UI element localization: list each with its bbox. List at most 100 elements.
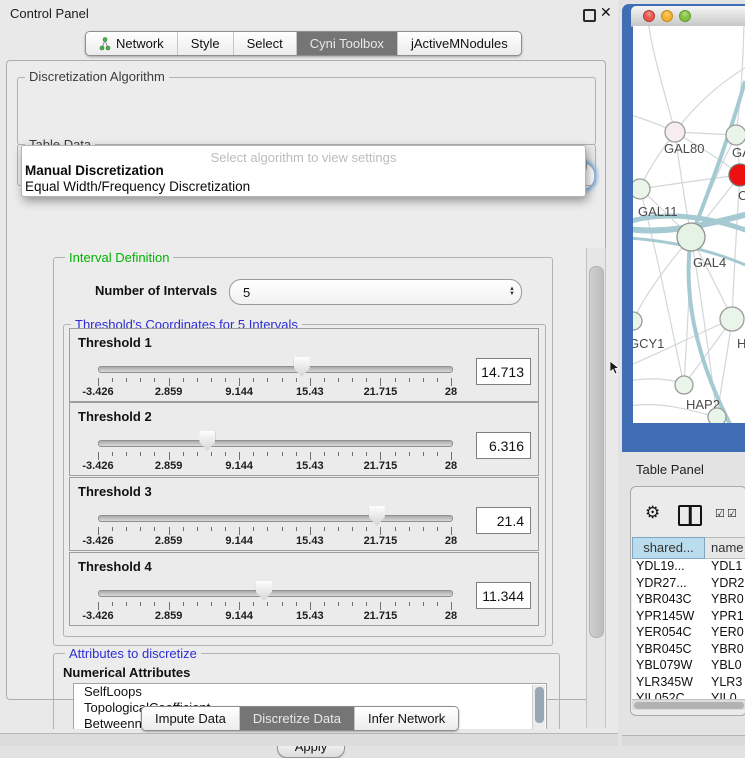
slider-tick-label: 9.144 (216, 460, 262, 472)
slider-track[interactable] (98, 515, 453, 522)
table-row[interactable]: YLR345WYLR3 (632, 675, 745, 692)
cell-shared-name[interactable]: YLR345W (632, 675, 705, 692)
network-node-gal4[interactable] (677, 223, 705, 251)
bottom-tab-impute-data[interactable]: Impute Data (142, 707, 239, 730)
cell-name[interactable]: YDR2 (705, 576, 745, 593)
network-node[interactable] (708, 408, 726, 423)
minimize-light[interactable] (661, 10, 673, 22)
column-view-icon[interactable] (678, 505, 702, 526)
threshold-value-field[interactable]: 21.4 (476, 507, 531, 534)
table-row[interactable]: YDR27...YDR2 (632, 576, 745, 593)
slider-thumb[interactable] (294, 357, 310, 377)
attributes-scrollbar-thumb[interactable] (535, 687, 544, 723)
slider-thumb[interactable] (256, 581, 272, 601)
table-row[interactable]: YER054CYER0 (632, 625, 745, 642)
threshold-value-field[interactable]: 11.344 (476, 582, 531, 609)
slider-track[interactable] (98, 440, 453, 447)
slider-minor-tick (112, 527, 113, 531)
tab-label: Cyni Toolbox (310, 36, 384, 51)
network-view-canvas[interactable]: GAL80GALCGAL11GAL4GCY1HHAP2 (633, 26, 745, 423)
cell-name[interactable]: YPR1 (705, 609, 745, 626)
cell-shared-name[interactable]: YDL19... (632, 559, 705, 576)
table-horizontal-scrollbar[interactable] (632, 699, 745, 710)
slider-minor-tick (126, 452, 127, 456)
slider-thumb[interactable] (199, 431, 215, 451)
slider-minor-tick (197, 527, 198, 531)
network-node-h[interactable] (720, 307, 744, 331)
cell-name[interactable]: YER0 (705, 625, 745, 642)
network-node-gal11[interactable] (633, 179, 650, 199)
slider-track[interactable] (98, 590, 453, 597)
network-window-titlebar[interactable] (631, 6, 745, 27)
column-header-shared-name[interactable]: shared... (632, 537, 705, 559)
network-node-c[interactable] (729, 164, 745, 186)
node-label: GAL80 (664, 141, 704, 156)
table-row[interactable]: YBL079WYBL0 (632, 658, 745, 675)
algorithm-option-manual-discretization[interactable]: Manual Discretization (25, 163, 164, 178)
slider-minor-tick (423, 452, 424, 456)
network-node-hap2[interactable] (675, 376, 693, 394)
cell-shared-name[interactable]: YIL052C (632, 691, 705, 699)
cell-name[interactable]: YLR3 (705, 675, 745, 692)
zoom-light[interactable] (679, 10, 691, 22)
close-light[interactable] (643, 10, 655, 22)
discretization-algorithm-group (17, 77, 596, 145)
slider-minor-tick (140, 378, 141, 382)
cell-name[interactable]: YBL0 (705, 658, 745, 675)
slider-major-tick (98, 378, 99, 386)
slider-minor-tick (437, 378, 438, 382)
attributes-scrollbar[interactable] (532, 685, 545, 729)
network-node-gcy1[interactable] (633, 312, 642, 330)
tab-style[interactable]: Style (177, 32, 233, 55)
checkbox-icon[interactable]: ☑ (727, 507, 737, 520)
threshold-value-field[interactable]: 14.713 (476, 358, 531, 385)
network-node-gal80[interactable] (665, 122, 685, 142)
tab-cyni-toolbox[interactable]: Cyni Toolbox (296, 32, 397, 55)
table-row[interactable]: YIL052CYIL0 (632, 691, 745, 699)
settings-scrollbar[interactable] (586, 248, 606, 728)
slider-minor-tick (183, 602, 184, 606)
attribute-item-selfloops[interactable]: SelfLoops (74, 684, 546, 700)
bottom-tab-infer-network[interactable]: Infer Network (354, 707, 458, 730)
cell-name[interactable]: YBR0 (705, 592, 745, 609)
table-body: YDL19...YDL1YDR27...YDR2YBR043CYBR0YPR14… (632, 559, 745, 699)
bottom-tab-discretize-data[interactable]: Discretize Data (239, 707, 354, 730)
cell-name[interactable]: YDL1 (705, 559, 745, 576)
cell-shared-name[interactable]: YBL079W (632, 658, 705, 675)
cell-shared-name[interactable]: YPR145W (632, 609, 705, 626)
slider-minor-tick (211, 602, 212, 606)
gear-icon[interactable]: ⚙ (645, 503, 660, 523)
checkbox-icon[interactable]: ☑ (715, 507, 725, 520)
slider-minor-tick (423, 527, 424, 531)
table-row[interactable]: YDL19...YDL1 (632, 559, 745, 576)
tab-network[interactable]: Network (86, 32, 177, 55)
settings-scrollbar-thumb[interactable] (589, 266, 604, 638)
cell-shared-name[interactable]: YBR043C (632, 592, 705, 609)
algorithm-option-equal-width-frequency-discretization[interactable]: Equal Width/Frequency Discretization (25, 179, 250, 194)
table-horizontal-scrollbar-thumb[interactable] (634, 702, 744, 709)
float-window-icon[interactable] (583, 9, 596, 22)
slider-tick-label: 28 (428, 386, 474, 398)
close-icon[interactable]: ✕ (600, 4, 612, 21)
cell-shared-name[interactable]: YBR045C (632, 642, 705, 659)
network-edge[interactable] (736, 26, 744, 135)
table-row[interactable]: YPR145WYPR1 (632, 609, 745, 626)
cell-shared-name[interactable]: YDR27... (632, 576, 705, 593)
cell-shared-name[interactable]: YER054C (632, 625, 705, 642)
slider-major-tick (310, 378, 311, 386)
column-header-name[interactable]: name (705, 537, 745, 559)
cell-name[interactable]: YBR0 (705, 642, 745, 659)
tab-select[interactable]: Select (233, 32, 296, 55)
cell-name[interactable]: YIL0 (705, 691, 745, 699)
table-row[interactable]: YBR043CYBR0 (632, 592, 745, 609)
slider-thumb[interactable] (369, 506, 385, 526)
tab-jactivemnodules[interactable]: jActiveMNodules (397, 32, 521, 55)
table-row[interactable]: YBR045CYBR0 (632, 642, 745, 659)
network-edge[interactable] (640, 175, 740, 189)
network-node-gal[interactable] (726, 125, 745, 145)
slider-minor-tick (437, 527, 438, 531)
threshold-value-field[interactable]: 6.316 (476, 432, 531, 459)
slider-minor-tick (282, 452, 283, 456)
slider-track[interactable] (98, 366, 453, 373)
network-edge[interactable] (648, 26, 675, 132)
